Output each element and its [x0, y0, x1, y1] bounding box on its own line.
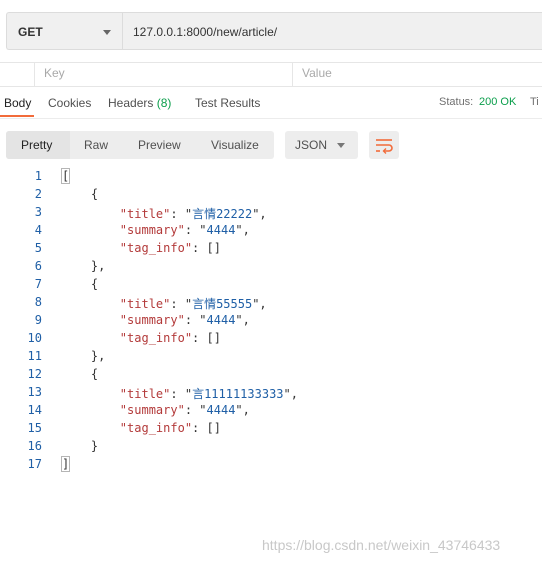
line-number: 16	[27, 439, 42, 453]
param-value-column[interactable]: Value	[292, 63, 542, 86]
line-number: 8	[34, 295, 42, 309]
json-key: "summary"	[119, 403, 185, 417]
line-number: 15	[27, 421, 42, 435]
params-table-header: Key Value	[0, 62, 542, 87]
json-string: 言情55555	[192, 297, 253, 311]
json-array: []	[206, 331, 221, 345]
json-array: []	[206, 421, 221, 435]
line-number: 11	[27, 349, 42, 363]
json-key: "title"	[119, 297, 171, 311]
view-raw[interactable]: Raw	[84, 138, 108, 152]
line-number: 14	[27, 403, 42, 417]
method-label: GET	[18, 25, 43, 39]
line-number: 1	[34, 169, 42, 183]
param-key-column[interactable]: Key	[34, 63, 293, 86]
line-number: 7	[34, 277, 42, 291]
line-number: 2	[34, 187, 42, 201]
json-key: "summary"	[119, 223, 185, 237]
json-string: 4444	[206, 223, 236, 237]
tab-test-results[interactable]: Test Results	[195, 96, 260, 110]
chevron-down-icon	[337, 143, 345, 148]
view-preview[interactable]: Preview	[138, 138, 181, 152]
close-bracket: ]	[60, 456, 71, 472]
line-number: 17	[27, 457, 42, 471]
time-label: Ti	[530, 96, 539, 108]
json-key: "tag_info"	[119, 331, 193, 345]
json-array: []	[206, 241, 221, 255]
status-label: Status:	[439, 96, 474, 108]
line-number: 12	[27, 367, 42, 381]
view-visualize[interactable]: Visualize	[211, 138, 259, 152]
line-number: 10	[27, 331, 42, 345]
response-body[interactable]: 1[ 2 { 3 "title": "言情22222", 4 "summary"…	[0, 168, 542, 489]
line-number: 13	[27, 385, 42, 399]
json-string: 言情22222	[192, 207, 253, 221]
line-number: 5	[34, 241, 42, 255]
line-number: 9	[34, 313, 42, 327]
url-text: 127.0.0.1:8000/new/article/	[133, 25, 278, 39]
wrap-lines-button[interactable]	[369, 131, 399, 159]
view-pretty[interactable]: Pretty	[21, 138, 52, 152]
format-label: JSON	[295, 138, 328, 152]
headers-count: (8)	[156, 96, 172, 110]
method-select[interactable]: GET	[6, 12, 122, 50]
request-bar: GET 127.0.0.1:8000/new/article/	[0, 0, 542, 62]
param-key-placeholder: Key	[44, 66, 65, 80]
tab-headers-label: Headers	[108, 96, 154, 110]
watermark: https://blog.csdn.net/weixin_43746433	[262, 537, 501, 553]
json-key: "title"	[119, 387, 171, 401]
chevron-down-icon	[103, 30, 111, 35]
json-string: 4444	[206, 403, 236, 417]
wrap-lines-icon	[376, 139, 393, 154]
active-tab-underline	[0, 115, 34, 117]
json-key: "summary"	[119, 313, 185, 327]
param-value-placeholder: Value	[302, 66, 332, 80]
status-value: 200 OK	[479, 96, 517, 108]
url-input[interactable]: 127.0.0.1:8000/new/article/	[122, 12, 542, 50]
line-number: 6	[34, 259, 42, 273]
line-number: 4	[34, 223, 42, 237]
json-string: 言11111133333	[192, 387, 284, 401]
view-mode-group: Pretty Raw Preview Visualize	[6, 131, 274, 159]
line-number: 3	[34, 205, 42, 219]
format-select[interactable]: JSON	[285, 131, 358, 159]
tab-headers[interactable]: Headers (8)	[108, 96, 171, 110]
tab-body[interactable]: Body	[4, 96, 31, 110]
json-string: 4444	[206, 313, 236, 327]
tab-cookies[interactable]: Cookies	[48, 96, 91, 110]
json-key: "tag_info"	[119, 421, 193, 435]
open-bracket: [	[60, 168, 71, 184]
json-key: "tag_info"	[119, 241, 193, 255]
json-key: "title"	[119, 207, 171, 221]
